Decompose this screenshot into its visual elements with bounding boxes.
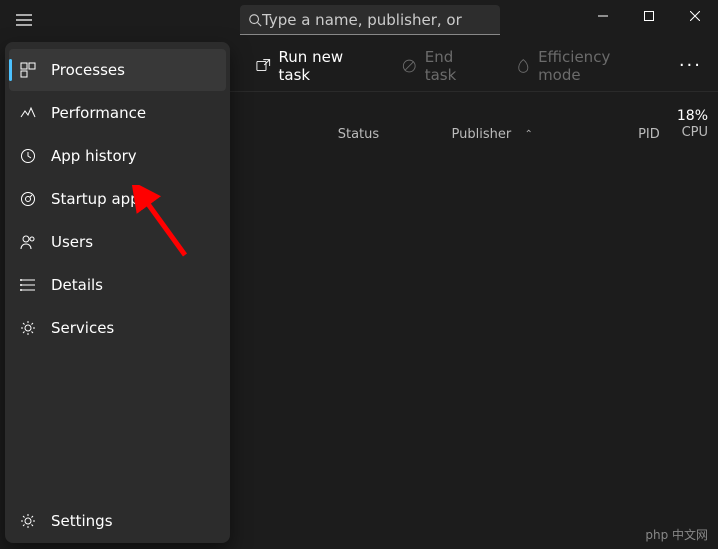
minimize-button[interactable]	[580, 0, 626, 32]
nav-item-startup-apps[interactable]: Startup apps	[9, 178, 226, 220]
nav-item-label: Details	[51, 276, 103, 294]
maximize-icon	[644, 11, 654, 21]
nav-item-label: Settings	[51, 512, 113, 530]
details-icon	[19, 276, 37, 294]
history-icon	[19, 147, 37, 165]
tool-btn-label: Run new task	[279, 48, 371, 84]
col-header-status[interactable]: Status	[338, 127, 452, 142]
tool-btn-label: Efficiency mode	[538, 48, 647, 84]
nav-item-processes[interactable]: Processes	[9, 49, 226, 91]
col-header-cpu[interactable]: 18% CPU	[660, 107, 718, 142]
nav-item-services[interactable]: Services	[9, 307, 226, 349]
nav-item-settings[interactable]: Settings	[9, 500, 226, 542]
hamburger-icon	[16, 14, 32, 26]
nav-item-label: Users	[51, 233, 93, 251]
efficiency-icon	[516, 58, 531, 74]
search-input[interactable]	[262, 11, 492, 29]
close-icon	[690, 11, 700, 21]
nav-item-label: Startup apps	[51, 190, 148, 208]
end-task-button[interactable]: End task	[394, 42, 491, 90]
run-new-task-button[interactable]: Run new task	[248, 42, 378, 90]
run-task-icon	[256, 58, 271, 74]
processes-icon	[19, 61, 37, 79]
nav-panel: Processes Performance App history Startu…	[5, 42, 230, 543]
search-icon	[248, 13, 262, 27]
performance-icon	[19, 104, 37, 122]
watermark: php 中文网	[645, 526, 708, 543]
users-icon	[19, 233, 37, 251]
nav-item-details[interactable]: Details	[9, 264, 226, 306]
minimize-icon	[598, 11, 608, 21]
hamburger-button[interactable]	[0, 0, 48, 40]
startup-icon	[19, 190, 37, 208]
nav-item-label: App history	[51, 147, 137, 165]
nav-item-users[interactable]: Users	[9, 221, 226, 263]
window-controls	[580, 0, 718, 40]
toolbar-more-button[interactable]: ···	[671, 51, 710, 80]
sort-caret-icon: ⌃	[524, 129, 532, 140]
search-wrap	[232, 0, 580, 40]
nav-item-label: Performance	[51, 104, 146, 122]
nav-item-app-history[interactable]: App history	[9, 135, 226, 177]
col-header-publisher[interactable]: ⌃ Publisher	[452, 127, 606, 142]
services-icon	[19, 319, 37, 337]
tool-btn-label: End task	[425, 48, 484, 84]
nav-item-performance[interactable]: Performance	[9, 92, 226, 134]
cpu-total-pct: 18%	[660, 107, 708, 125]
search-box[interactable]	[240, 5, 500, 35]
close-button[interactable]	[672, 0, 718, 32]
end-task-icon	[402, 58, 417, 74]
nav-item-label: Processes	[51, 61, 125, 79]
nav-item-label: Services	[51, 319, 114, 337]
settings-icon	[19, 512, 37, 530]
col-header-pid[interactable]: PID	[606, 127, 660, 142]
efficiency-mode-button[interactable]: Efficiency mode	[508, 42, 655, 90]
nav-items: Processes Performance App history Startu…	[5, 48, 230, 499]
maximize-button[interactable]	[626, 0, 672, 32]
titlebar	[0, 0, 718, 40]
col-header-label: CPU	[660, 125, 708, 142]
titlebar-left	[0, 0, 232, 40]
col-header-label: Publisher	[452, 127, 512, 142]
